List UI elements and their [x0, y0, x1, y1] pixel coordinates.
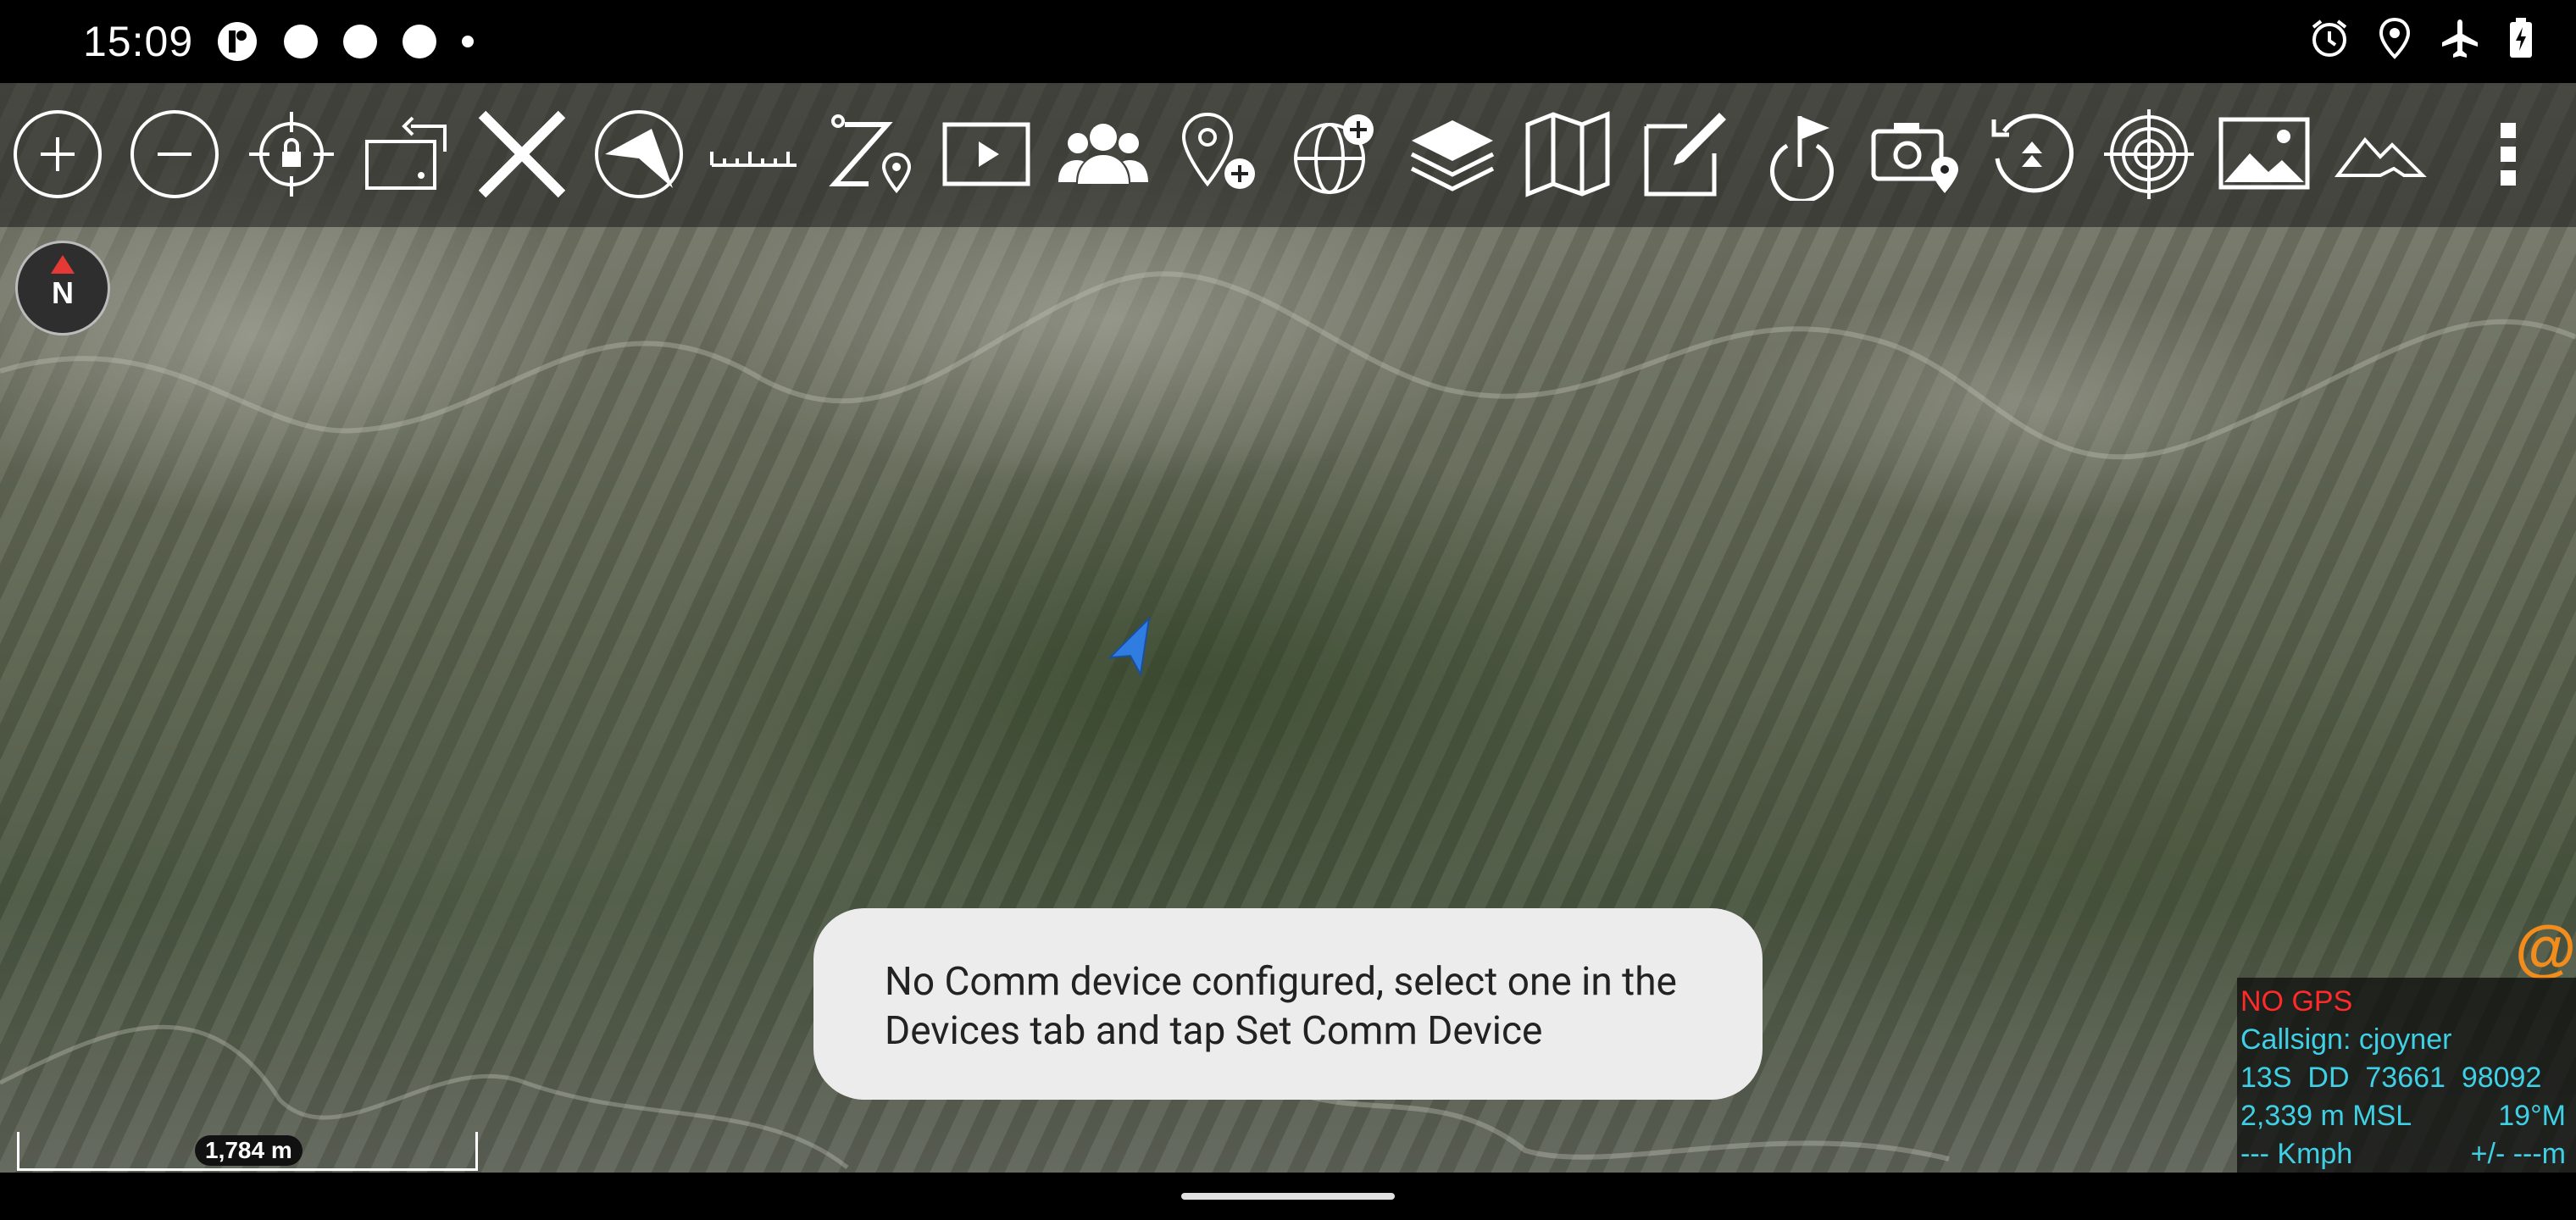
add-overlay-globe-icon — [1294, 114, 1374, 194]
geotag-camera-button[interactable] — [1866, 102, 1968, 207]
video-player-button[interactable] — [935, 102, 1037, 207]
zoom-in-button[interactable] — [7, 102, 108, 207]
self-info-panel[interactable]: NO GPS Callsign: cjoyner 13S DD 73661 98… — [2237, 978, 2576, 1173]
route-button[interactable] — [820, 102, 922, 207]
image-gallery-icon — [2218, 117, 2310, 190]
airplane-icon — [2442, 19, 2478, 58]
callsign: Callsign: cjoyner — [2240, 1023, 2452, 1056]
track-history-button[interactable] — [1981, 102, 2083, 207]
lock-on-self-icon — [249, 112, 334, 197]
heading: 19°M — [2498, 1100, 2566, 1132]
route-icon — [829, 114, 912, 194]
compass-button[interactable] — [588, 102, 690, 207]
accuracy: +/- ---m — [2470, 1138, 2566, 1170]
speed: --- Kmph — [2240, 1138, 2353, 1170]
app-notification-icon — [218, 22, 257, 61]
rotate-map-button[interactable] — [356, 102, 458, 207]
add-overlay-button[interactable] — [1285, 102, 1386, 207]
zoom-out-icon — [130, 110, 219, 198]
status-bar: 15:09 — [0, 0, 2576, 83]
x-mark-icon — [478, 110, 566, 198]
top-toolbar — [0, 83, 2576, 227]
altitude: 2,339 m MSL — [2240, 1100, 2412, 1132]
add-point-button[interactable] — [1169, 102, 1271, 207]
contacts-group-icon — [1058, 124, 1148, 184]
target-button[interactable] — [2098, 102, 2200, 207]
overflow-menu-button[interactable] — [2457, 102, 2559, 207]
scale-bar-label: 1,784 m — [195, 1135, 303, 1166]
gps-status: NO GPS — [2240, 985, 2353, 1018]
measure-ruler-icon — [710, 152, 797, 167]
clear-button[interactable] — [471, 102, 573, 207]
zoom-in-icon — [14, 110, 102, 198]
mgrs-coordinate: 13S DD 73661 98092 — [2240, 1062, 2542, 1094]
image-gallery-button[interactable] — [2213, 102, 2315, 207]
home-gesture-handle[interactable] — [1181, 1193, 1395, 1200]
circle-icon — [284, 25, 318, 58]
terrain-button[interactable] — [2330, 102, 2432, 207]
checkpoint-flag-icon — [1770, 116, 1834, 201]
edit-note-icon — [1644, 113, 1726, 197]
alarm-icon — [2312, 19, 2347, 57]
circle-icon — [402, 25, 436, 58]
measure-button[interactable] — [703, 102, 805, 207]
target-icon — [2104, 109, 2194, 199]
at-symbol-icon[interactable]: @ — [2515, 912, 2576, 984]
map-icon — [1525, 111, 1610, 197]
geotag-camera-icon — [1871, 123, 1958, 193]
video-player-icon — [942, 122, 1030, 186]
compass-rose-icon — [595, 110, 683, 198]
status-time: 15:09 — [83, 18, 194, 65]
north-compass-button[interactable]: N — [15, 241, 110, 336]
toast-message: No Comm device configured, select one in… — [813, 908, 1763, 1100]
layers-icon — [1410, 120, 1495, 191]
terrain-icon — [2334, 136, 2427, 177]
compass-label: N — [52, 275, 74, 310]
battery-charging-icon — [2510, 18, 2532, 58]
map-button[interactable] — [1517, 102, 1618, 207]
circle-icon — [343, 25, 377, 58]
lock-on-self-button[interactable] — [241, 102, 342, 207]
contacts-button[interactable] — [1052, 102, 1154, 207]
overflow-menu-icon — [2501, 123, 2516, 186]
more-dot-icon — [462, 36, 474, 47]
location-icon — [2379, 17, 2411, 59]
track-history-icon — [1991, 114, 2074, 193]
layers-button[interactable] — [1402, 102, 1503, 207]
self-location-arrow-icon[interactable] — [1107, 617, 1154, 676]
edit-button[interactable] — [1634, 102, 1735, 207]
rotate-map-icon — [365, 116, 447, 190]
zoom-out-button[interactable] — [124, 102, 225, 207]
add-point-icon — [1181, 112, 1255, 189]
north-arrow-icon — [51, 255, 75, 274]
checkpoint-button[interactable] — [1749, 102, 1851, 207]
